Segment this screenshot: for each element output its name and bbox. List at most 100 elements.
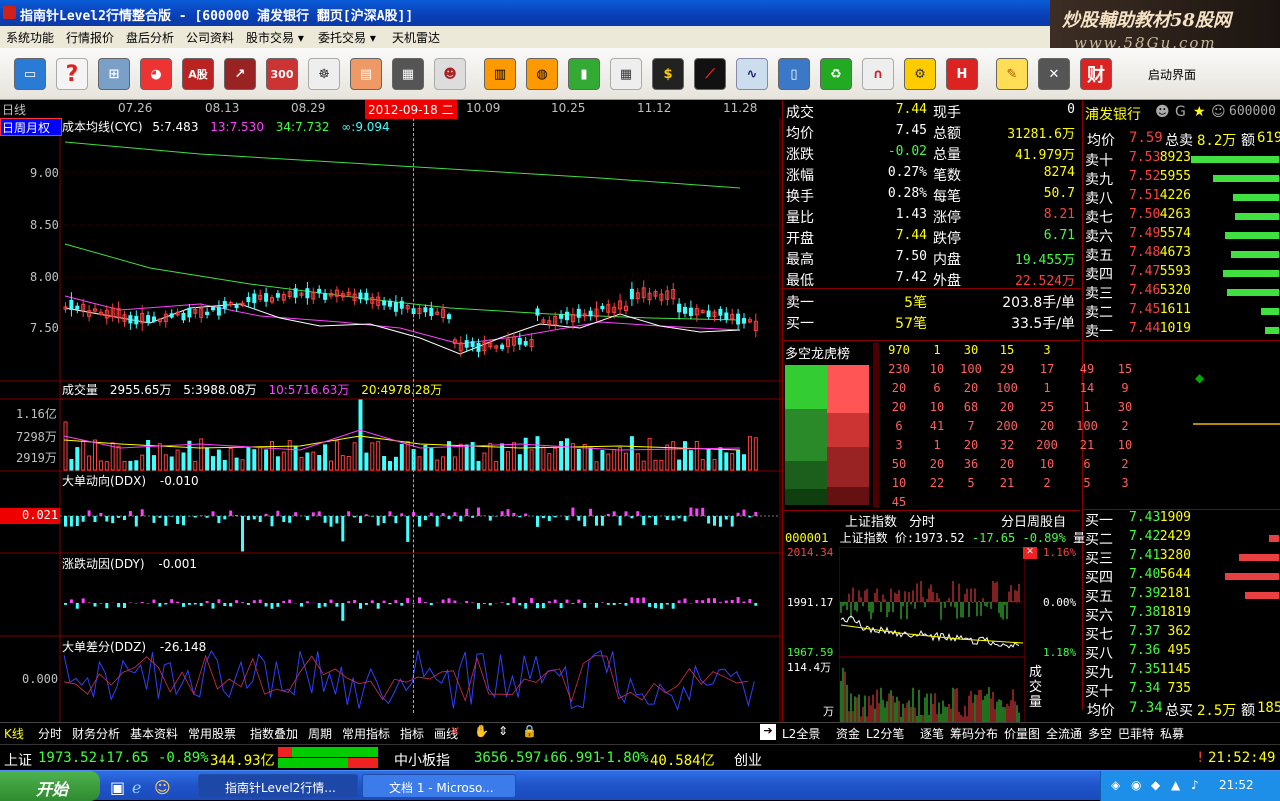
bottom-tab[interactable]: 财务分析: [72, 725, 120, 742]
dragon-scrollbar[interactable]: [873, 343, 879, 507]
right-tab[interactable]: 多空: [1088, 725, 1112, 742]
tray-icon[interactable]: ◈: [1111, 778, 1120, 792]
candle-body: [206, 312, 209, 314]
star-icon[interactable]: ★: [1193, 104, 1206, 120]
ball-icon[interactable]: ◍: [526, 58, 558, 90]
gear-icon[interactable]: ⚙: [904, 58, 936, 90]
tray-icon[interactable]: ◉: [1131, 778, 1141, 792]
bottom-tab[interactable]: 指标: [400, 725, 424, 742]
index-tab[interactable]: 上证指数: [845, 511, 897, 530]
close-icon[interactable]: ✕: [450, 724, 460, 738]
ddy-bar: [300, 603, 303, 607]
g-icon[interactable]: G: [1175, 104, 1186, 120]
dollar-icon[interactable]: $: [652, 58, 684, 90]
robot-icon[interactable]: ☻: [434, 58, 466, 90]
pie-icon[interactable]: ◕: [140, 58, 172, 90]
dragon-tiger-panel: 多空龙虎榜 9701301532301010029174915206201001…: [782, 340, 1080, 510]
ddx-bar: [406, 516, 409, 542]
right-tab[interactable]: 私募: [1160, 725, 1184, 742]
menu-system[interactable]: 系统功能: [6, 29, 54, 46]
pencil-icon[interactable]: ✎: [996, 58, 1028, 90]
desktop-icon[interactable]: ▣: [110, 778, 125, 797]
right-tab[interactable]: 巴菲特: [1118, 725, 1154, 742]
window-title: 指南针Level2行情整合版 - [600000 浦发银行 翻页[沪深A股]]: [20, 5, 413, 24]
user-icon[interactable]: ☺: [154, 778, 171, 797]
bottom-tab[interactable]: 常用指标: [342, 725, 390, 742]
swords-icon[interactable]: ✕: [1038, 58, 1070, 90]
ddx-bar: [365, 514, 368, 516]
right-tab[interactable]: 筹码分布: [950, 725, 998, 742]
right-tab[interactable]: L2全景: [782, 725, 820, 742]
ddx-bar: [453, 512, 456, 516]
bottom-tab[interactable]: 分时: [38, 725, 62, 742]
bottom-tab[interactable]: 周期: [308, 725, 332, 742]
ddx-bar: [265, 514, 268, 516]
volume-bar: [448, 442, 451, 470]
monitor-icon[interactable]: ▭: [14, 58, 46, 90]
report-icon[interactable]: ▦: [392, 58, 424, 90]
right-tab[interactable]: 价量图: [1004, 725, 1040, 742]
sh-amount: 344.93亿: [210, 750, 275, 770]
start-screen-button[interactable]: 启动界面: [1148, 66, 1196, 83]
intraday-tab[interactable]: 分时: [909, 511, 935, 530]
right-tab[interactable]: 全流通: [1046, 725, 1082, 742]
hand-icon[interactable]: ✋: [474, 724, 489, 738]
volume-bar: [99, 461, 102, 470]
lock-icon[interactable]: 🔒: [522, 724, 537, 738]
calendar-icon[interactable]: ▥: [484, 58, 516, 90]
grid-icon[interactable]: ▦: [610, 58, 642, 90]
helm-icon[interactable]: ☸: [308, 58, 340, 90]
right-tab[interactable]: 逐笔: [920, 725, 944, 742]
arrow-right-icon[interactable]: ➔: [760, 724, 776, 740]
alert-icon[interactable]: !: [1196, 750, 1204, 766]
index-chart[interactable]: [839, 547, 1025, 723]
menu-analysis[interactable]: 盘后分析: [126, 29, 174, 46]
person-icon[interactable]: ☺: [1211, 104, 1226, 120]
task-app[interactable]: 指南针Level2行情...: [198, 774, 358, 798]
right-tab[interactable]: L2分笔: [866, 725, 904, 742]
owl-icon[interactable]: ☻: [1155, 104, 1170, 120]
start-button[interactable]: 开始: [0, 771, 100, 801]
menu-trade[interactable]: 股市交易 ▾: [246, 29, 304, 46]
move-icon[interactable]: ⇕: [498, 724, 508, 738]
network-icon[interactable]: ⊞: [98, 58, 130, 90]
help-icon[interactable]: ?: [56, 58, 88, 90]
bottom-tab[interactable]: 基本资料: [130, 725, 178, 742]
tray-icon[interactable]: ◆: [1151, 778, 1160, 792]
recycle-icon[interactable]: ♻: [820, 58, 852, 90]
trend-icon[interactable]: ⟋: [694, 58, 726, 90]
ie-icon[interactable]: ℯ: [132, 778, 141, 797]
cylinder-icon[interactable]: ▯: [778, 58, 810, 90]
h-icon[interactable]: H: [946, 58, 978, 90]
ddx-bar: [459, 516, 462, 521]
ddx-bar: [99, 513, 102, 516]
bottom-tab[interactable]: K线: [4, 725, 24, 742]
index-period-tabs[interactable]: 分日周股自: [1001, 511, 1066, 530]
ddx-bar: [695, 508, 698, 516]
tray-icon[interactable]: ▲: [1171, 778, 1180, 792]
right-tab[interactable]: 资金: [836, 725, 860, 742]
chart-icon[interactable]: ↗: [224, 58, 256, 90]
kline-chart[interactable]: [0, 118, 781, 722]
ddy-bar: [383, 601, 386, 603]
sell-volume-bar: [1233, 194, 1279, 201]
finance-icon[interactable]: 财: [1080, 58, 1112, 90]
books-icon[interactable]: ▤: [350, 58, 382, 90]
bottom-tab[interactable]: 常用股票: [188, 725, 236, 742]
tray-icon[interactable]: ♪: [1191, 778, 1199, 792]
menu-quotes[interactable]: 行情报价: [66, 29, 114, 46]
bar-icon[interactable]: ▮: [568, 58, 600, 90]
index300-icon[interactable]: 300: [266, 58, 298, 90]
index-panel: 上证指数 分时 分日周股自 000001 上证指数 价:1973.52 -17.…: [782, 510, 1080, 722]
bottom-tab[interactable]: 指数叠加: [250, 725, 298, 742]
a-share-icon[interactable]: A股: [182, 58, 214, 90]
magnet-icon[interactable]: ∩: [862, 58, 894, 90]
volume-bar: [330, 461, 333, 470]
menu-order[interactable]: 委托交易 ▾: [318, 29, 376, 46]
index-close-icon[interactable]: ✕: [1023, 547, 1037, 559]
menu-company[interactable]: 公司资料: [186, 29, 234, 46]
menu-radar[interactable]: 天机雷达: [392, 29, 440, 46]
task-word[interactable]: 文档 1 - Microso...: [362, 774, 516, 798]
line-icon[interactable]: ∿: [736, 58, 768, 90]
period-tabs[interactable]: 日周月权: [0, 118, 62, 136]
